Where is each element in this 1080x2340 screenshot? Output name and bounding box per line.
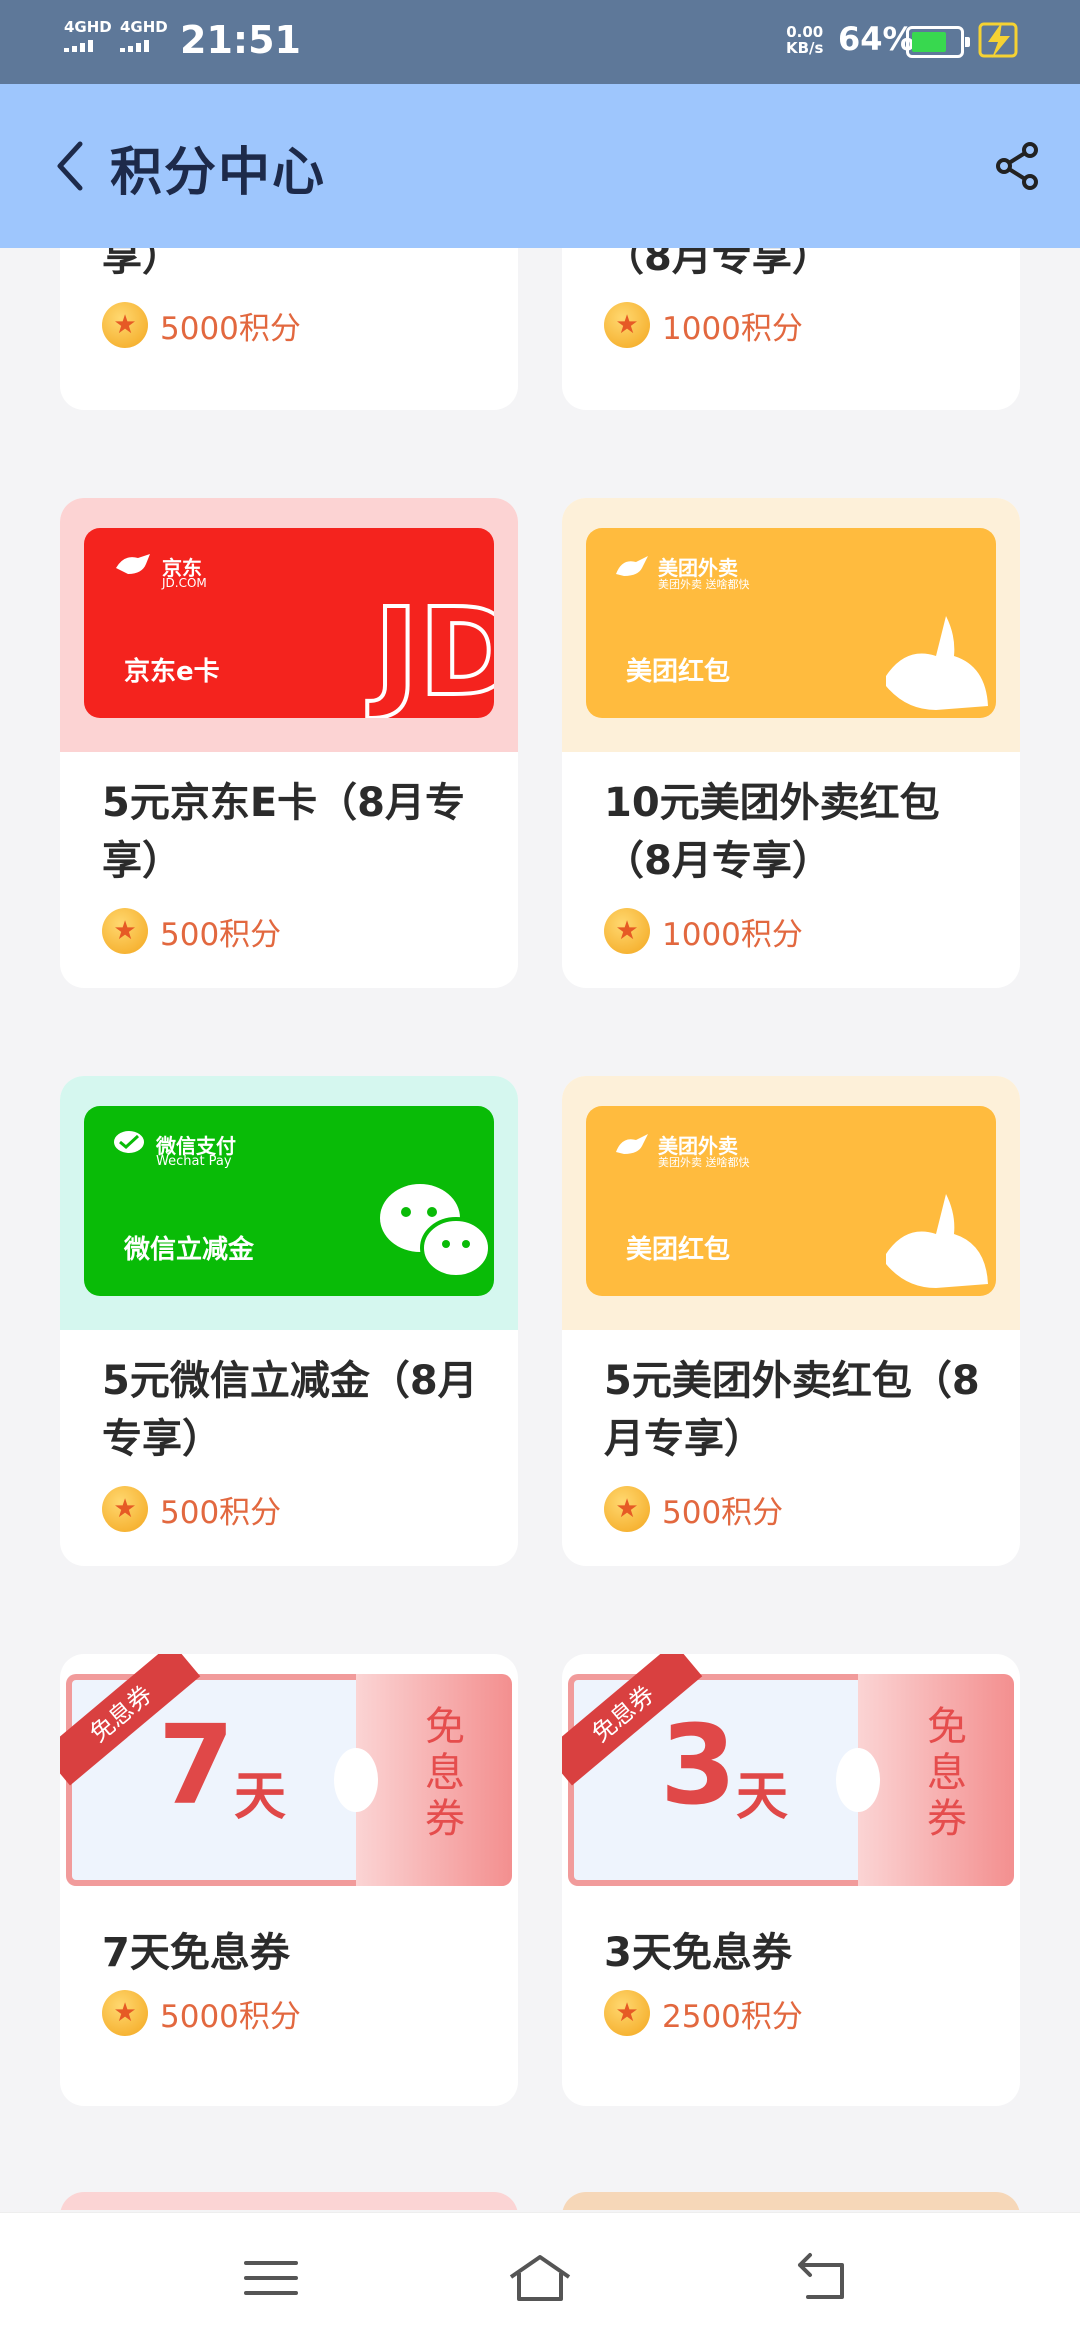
ticket-unit: 天: [234, 1767, 287, 1827]
reward-name: 3天免息券: [604, 1930, 792, 1976]
reward-card-partial[interactable]: [562, 2192, 1020, 2210]
coin-icon: ★: [604, 1486, 650, 1532]
reward-points: ★ 500积分: [604, 1484, 783, 1534]
jd-logo: JD: [372, 584, 494, 718]
card-banner: 京东 JD.COM 京东e卡 JD: [60, 498, 518, 752]
brand-sub: 美团外卖 送啥都快: [658, 1156, 750, 1169]
coupon-ticket: 3 天 免息券 免息券: [562, 1654, 1014, 1886]
ticket-side-label: 免息券: [927, 1704, 967, 1842]
app-header: 积分中心: [0, 84, 1080, 248]
ticket-unit: 天: [736, 1767, 789, 1827]
coin-icon: ★: [102, 1486, 148, 1532]
points-text: 1000积分: [662, 916, 803, 953]
signal-label-2: 4GHD: [120, 18, 168, 36]
reward-name: 5元美团外卖红包（8月专享）: [604, 1358, 980, 1462]
wechat-gift-card: 微信支付 Wechat Pay 微信立减金: [84, 1106, 494, 1296]
reward-card-meituan-5[interactable]: 美团外卖 美团外卖 送啥都快 美团红包 5元美团外卖红包（8月专享） ★ 500…: [562, 1076, 1020, 1566]
jd-gift-card: 京东 JD.COM 京东e卡 JD: [84, 528, 494, 718]
menu-icon[interactable]: [236, 2243, 306, 2313]
coin-icon: ★: [604, 1990, 650, 2036]
ticket-number: 7: [158, 1701, 235, 1829]
reward-points: ★ 1000积分: [604, 906, 803, 956]
wechat-pay-icon: [114, 1131, 144, 1153]
reward-name: 享）: [102, 248, 182, 280]
reward-name: 10元美团外卖红包（8月专享）: [604, 780, 940, 884]
signal-label-1: 4GHD: [64, 18, 112, 36]
chevron-left-icon[interactable]: [50, 136, 90, 196]
signal-indicator-2: 4GHD: [120, 20, 168, 52]
home-icon[interactable]: [505, 2243, 575, 2313]
kangaroo-icon: [886, 616, 988, 710]
reward-points: ★ 500积分: [102, 906, 281, 956]
coin-icon: ★: [604, 908, 650, 954]
reward-points: ★ 1000积分: [604, 300, 803, 350]
coupon-ticket: 7 天 免息券 免息券: [60, 1654, 512, 1886]
points-text: 500积分: [160, 1494, 282, 1531]
gift-card-label: 微信立减金: [124, 1235, 255, 1265]
reward-card-meituan-10[interactable]: 美团外卖 美团外卖 送啥都快 美团红包 10元美团外卖红包（8月专享） ★ 10…: [562, 498, 1020, 988]
reward-card-wechat[interactable]: 微信支付 Wechat Pay 微信立减金 5元微信立减金（8月专享） ★ 50…: [60, 1076, 518, 1566]
coin-icon: ★: [102, 1990, 148, 2036]
reward-card-3day[interactable]: 3 天 免息券 免息券 3天免息券 ★ 2500积分: [562, 1654, 1020, 2106]
card-banner: 美团外卖 美团外卖 送啥都快 美团红包: [562, 1076, 1020, 1330]
meituan-gift-card: 美团外卖 美团外卖 送啥都快 美团红包: [586, 1106, 996, 1296]
reward-name: 5元京东E卡（8月专享）: [102, 780, 465, 884]
brand-name-en: JD.COM: [162, 576, 207, 590]
ticket-side-label: 免息券: [425, 1704, 465, 1842]
reward-name: 7天免息券: [102, 1930, 290, 1976]
page-title: 积分中心: [110, 143, 327, 203]
coin-icon: ★: [102, 908, 148, 954]
reward-points: ★ 500积分: [102, 1484, 281, 1534]
clock: 21:51: [180, 18, 301, 62]
charging-bolt-icon: [978, 22, 1018, 58]
gift-card-label: 京东e卡: [124, 657, 220, 687]
coin-icon: ★: [102, 302, 148, 348]
card-banner: 微信支付 Wechat Pay 微信立减金: [60, 1076, 518, 1330]
battery-icon: [906, 26, 970, 58]
wechat-logo-icon: [380, 1184, 492, 1279]
brand-name-en: Wechat Pay: [156, 1154, 232, 1169]
coin-icon: ★: [604, 302, 650, 348]
gift-card-label: 美团红包: [626, 657, 731, 687]
net-speed-unit: KB/s: [786, 39, 824, 57]
kangaroo-small-icon: [616, 556, 648, 576]
reward-grid[interactable]: 享） ★ 5000积分 （8月专享） ★ 1000积分 京东 JD.COM 京东…: [0, 248, 1080, 2210]
net-speed: 0.00 KB/s: [786, 24, 823, 56]
kangaroo-icon: [886, 1194, 988, 1288]
status-bar: 4GHD 4GHD 21:51 0.00 KB/s 64%: [0, 0, 1080, 84]
points-text: 5000积分: [160, 310, 301, 347]
reward-card-jd[interactable]: 京东 JD.COM 京东e卡 JD 5元京东E卡（8月专享） ★ 500积分: [60, 498, 518, 988]
reward-card-partial[interactable]: [60, 2192, 518, 2210]
reward-card-partial[interactable]: 享） ★ 5000积分: [60, 248, 518, 410]
meituan-gift-card: 美团外卖 美团外卖 送啥都快 美团红包: [586, 528, 996, 718]
jd-dog-icon: [116, 554, 150, 574]
back-arrow-icon[interactable]: [786, 2243, 856, 2313]
reward-card-partial[interactable]: （8月专享） ★ 1000积分: [562, 248, 1020, 410]
share-icon[interactable]: [992, 140, 1044, 192]
reward-points: ★ 5000积分: [102, 300, 301, 350]
battery-percent: 64%: [838, 20, 915, 58]
reward-points: ★ 5000积分: [102, 1988, 301, 2038]
system-nav-bar: [0, 2212, 1080, 2340]
points-text: 500积分: [160, 916, 282, 953]
reward-points: ★ 2500积分: [604, 1988, 803, 2038]
reward-name: （8月专享）: [604, 248, 832, 280]
kangaroo-small-icon: [616, 1134, 648, 1154]
brand-sub: 美团外卖 送啥都快: [658, 578, 750, 591]
card-banner: 美团外卖 美团外卖 送啥都快 美团红包: [562, 498, 1020, 752]
reward-name: 5元微信立减金（8月专享）: [102, 1358, 478, 1462]
points-text: 5000积分: [160, 1998, 301, 2035]
gift-card-label: 美团红包: [626, 1235, 731, 1265]
signal-indicator-1: 4GHD: [64, 20, 112, 52]
points-text: 2500积分: [662, 1998, 803, 2035]
points-text: 1000积分: [662, 310, 803, 347]
points-text: 500积分: [662, 1494, 784, 1531]
ticket-number: 3: [660, 1701, 737, 1829]
net-speed-value: 0.00: [786, 23, 824, 41]
reward-card-7day[interactable]: 7 天 免息券 免息券 7天免息券 ★ 5000积分: [60, 1654, 518, 2106]
